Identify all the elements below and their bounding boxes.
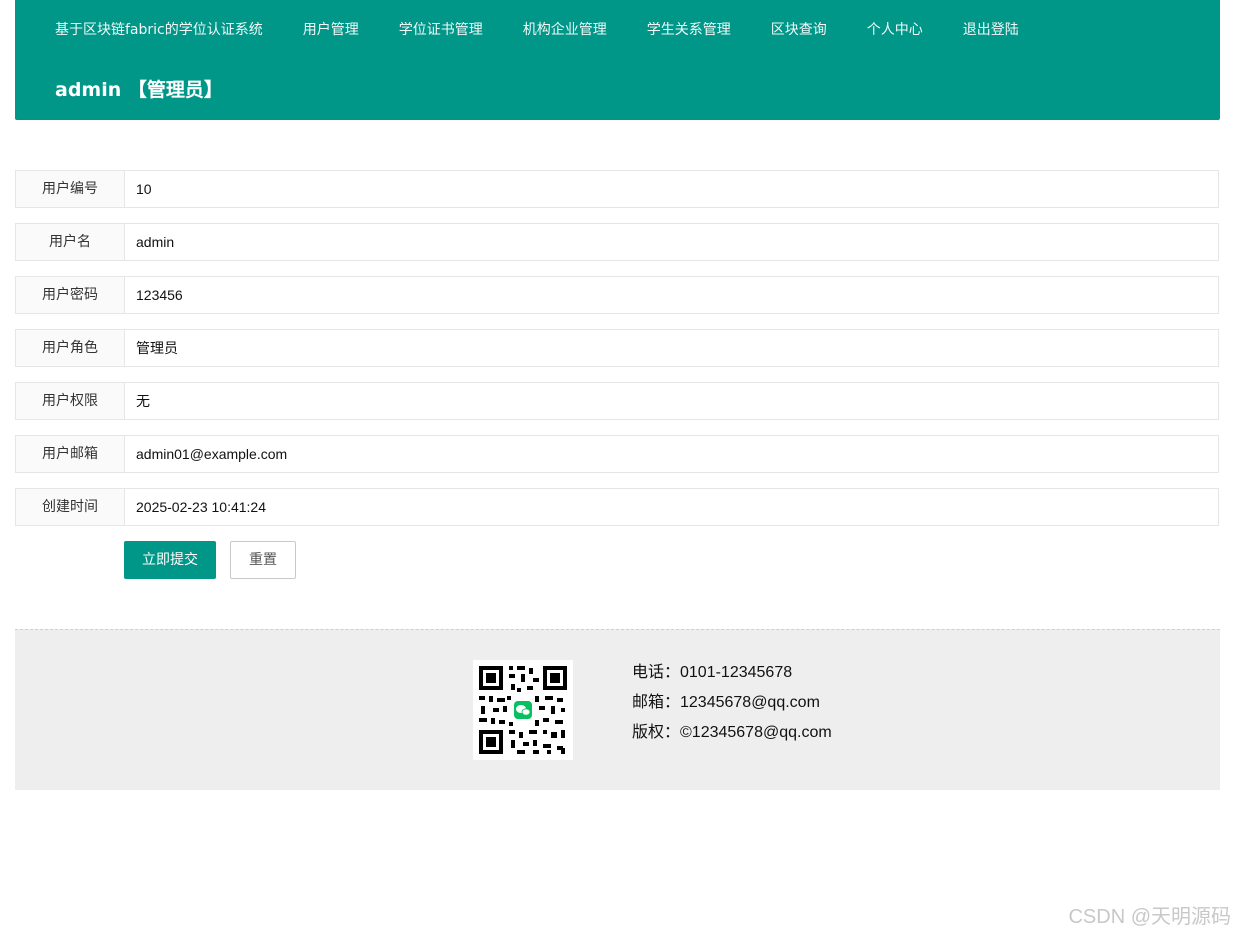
contact-copyright: 版权：©12345678@qq.com (632, 724, 832, 741)
form-row-username: 用户名 admin (15, 223, 1219, 261)
form-actions: 立即提交 重置 (124, 541, 296, 579)
contact-email: 邮箱：12345678@qq.com (632, 694, 820, 711)
user-id-field[interactable]: 10 (124, 170, 1219, 208)
nav-block-query[interactable]: 区块查询 (751, 0, 847, 60)
user-profile-form: 用户编号 10 用户名 admin 用户密码 123456 用户角色 管理员 用… (15, 170, 1219, 541)
nav-logout[interactable]: 退出登陆 (943, 0, 1039, 60)
role-label: 用户角色 (15, 329, 125, 367)
email-label: 用户邮箱 (15, 435, 125, 473)
nav-student-relation-management[interactable]: 学生关系管理 (627, 0, 751, 60)
nav-personal-center[interactable]: 个人中心 (847, 0, 943, 60)
wechat-qr-code-icon (473, 660, 573, 760)
username-field[interactable]: admin (124, 223, 1219, 261)
permission-label: 用户权限 (15, 382, 125, 420)
email-field[interactable]: admin01@example.com (124, 435, 1219, 473)
form-row-permission: 用户权限 无 (15, 382, 1219, 420)
contact-info: 电话：0101-12345678 邮箱：12345678@qq.com 版权：©… (632, 658, 832, 748)
submit-button[interactable]: 立即提交 (124, 541, 216, 579)
contact-phone: 电话：0101-12345678 (632, 664, 793, 681)
username-label: 用户名 (15, 223, 125, 261)
top-header: 基于区块链fabric的学位认证系统 用户管理 学位证书管理 机构企业管理 学生… (15, 0, 1220, 120)
user-id-label: 用户编号 (15, 170, 125, 208)
role-field[interactable]: 管理员 (124, 329, 1219, 367)
page-footer: 电话：0101-12345678 邮箱：12345678@qq.com 版权：©… (15, 629, 1220, 790)
main-nav: 基于区块链fabric的学位认证系统 用户管理 学位证书管理 机构企业管理 学生… (35, 0, 1039, 60)
created-time-field[interactable]: 2025-02-23 10:41:24 (124, 488, 1219, 526)
form-row-role: 用户角色 管理员 (15, 329, 1219, 367)
nav-user-management[interactable]: 用户管理 (283, 0, 379, 60)
nav-organization-management[interactable]: 机构企业管理 (503, 0, 627, 60)
password-label: 用户密码 (15, 276, 125, 314)
nav-degree-certificate-management[interactable]: 学位证书管理 (379, 0, 503, 60)
nav-home-title[interactable]: 基于区块链fabric的学位认证系统 (35, 0, 283, 60)
reset-button[interactable]: 重置 (230, 541, 296, 579)
created-time-label: 创建时间 (15, 488, 125, 526)
current-user: admin 【管理员】 (55, 79, 223, 101)
form-row-email: 用户邮箱 admin01@example.com (15, 435, 1219, 473)
csdn-watermark: CSDN @天明源码 (1068, 906, 1231, 928)
form-row-user-id: 用户编号 10 (15, 170, 1219, 208)
permission-field[interactable]: 无 (124, 382, 1219, 420)
form-row-password: 用户密码 123456 (15, 276, 1219, 314)
form-row-created-time: 创建时间 2025-02-23 10:41:24 (15, 488, 1219, 526)
password-field[interactable]: 123456 (124, 276, 1219, 314)
